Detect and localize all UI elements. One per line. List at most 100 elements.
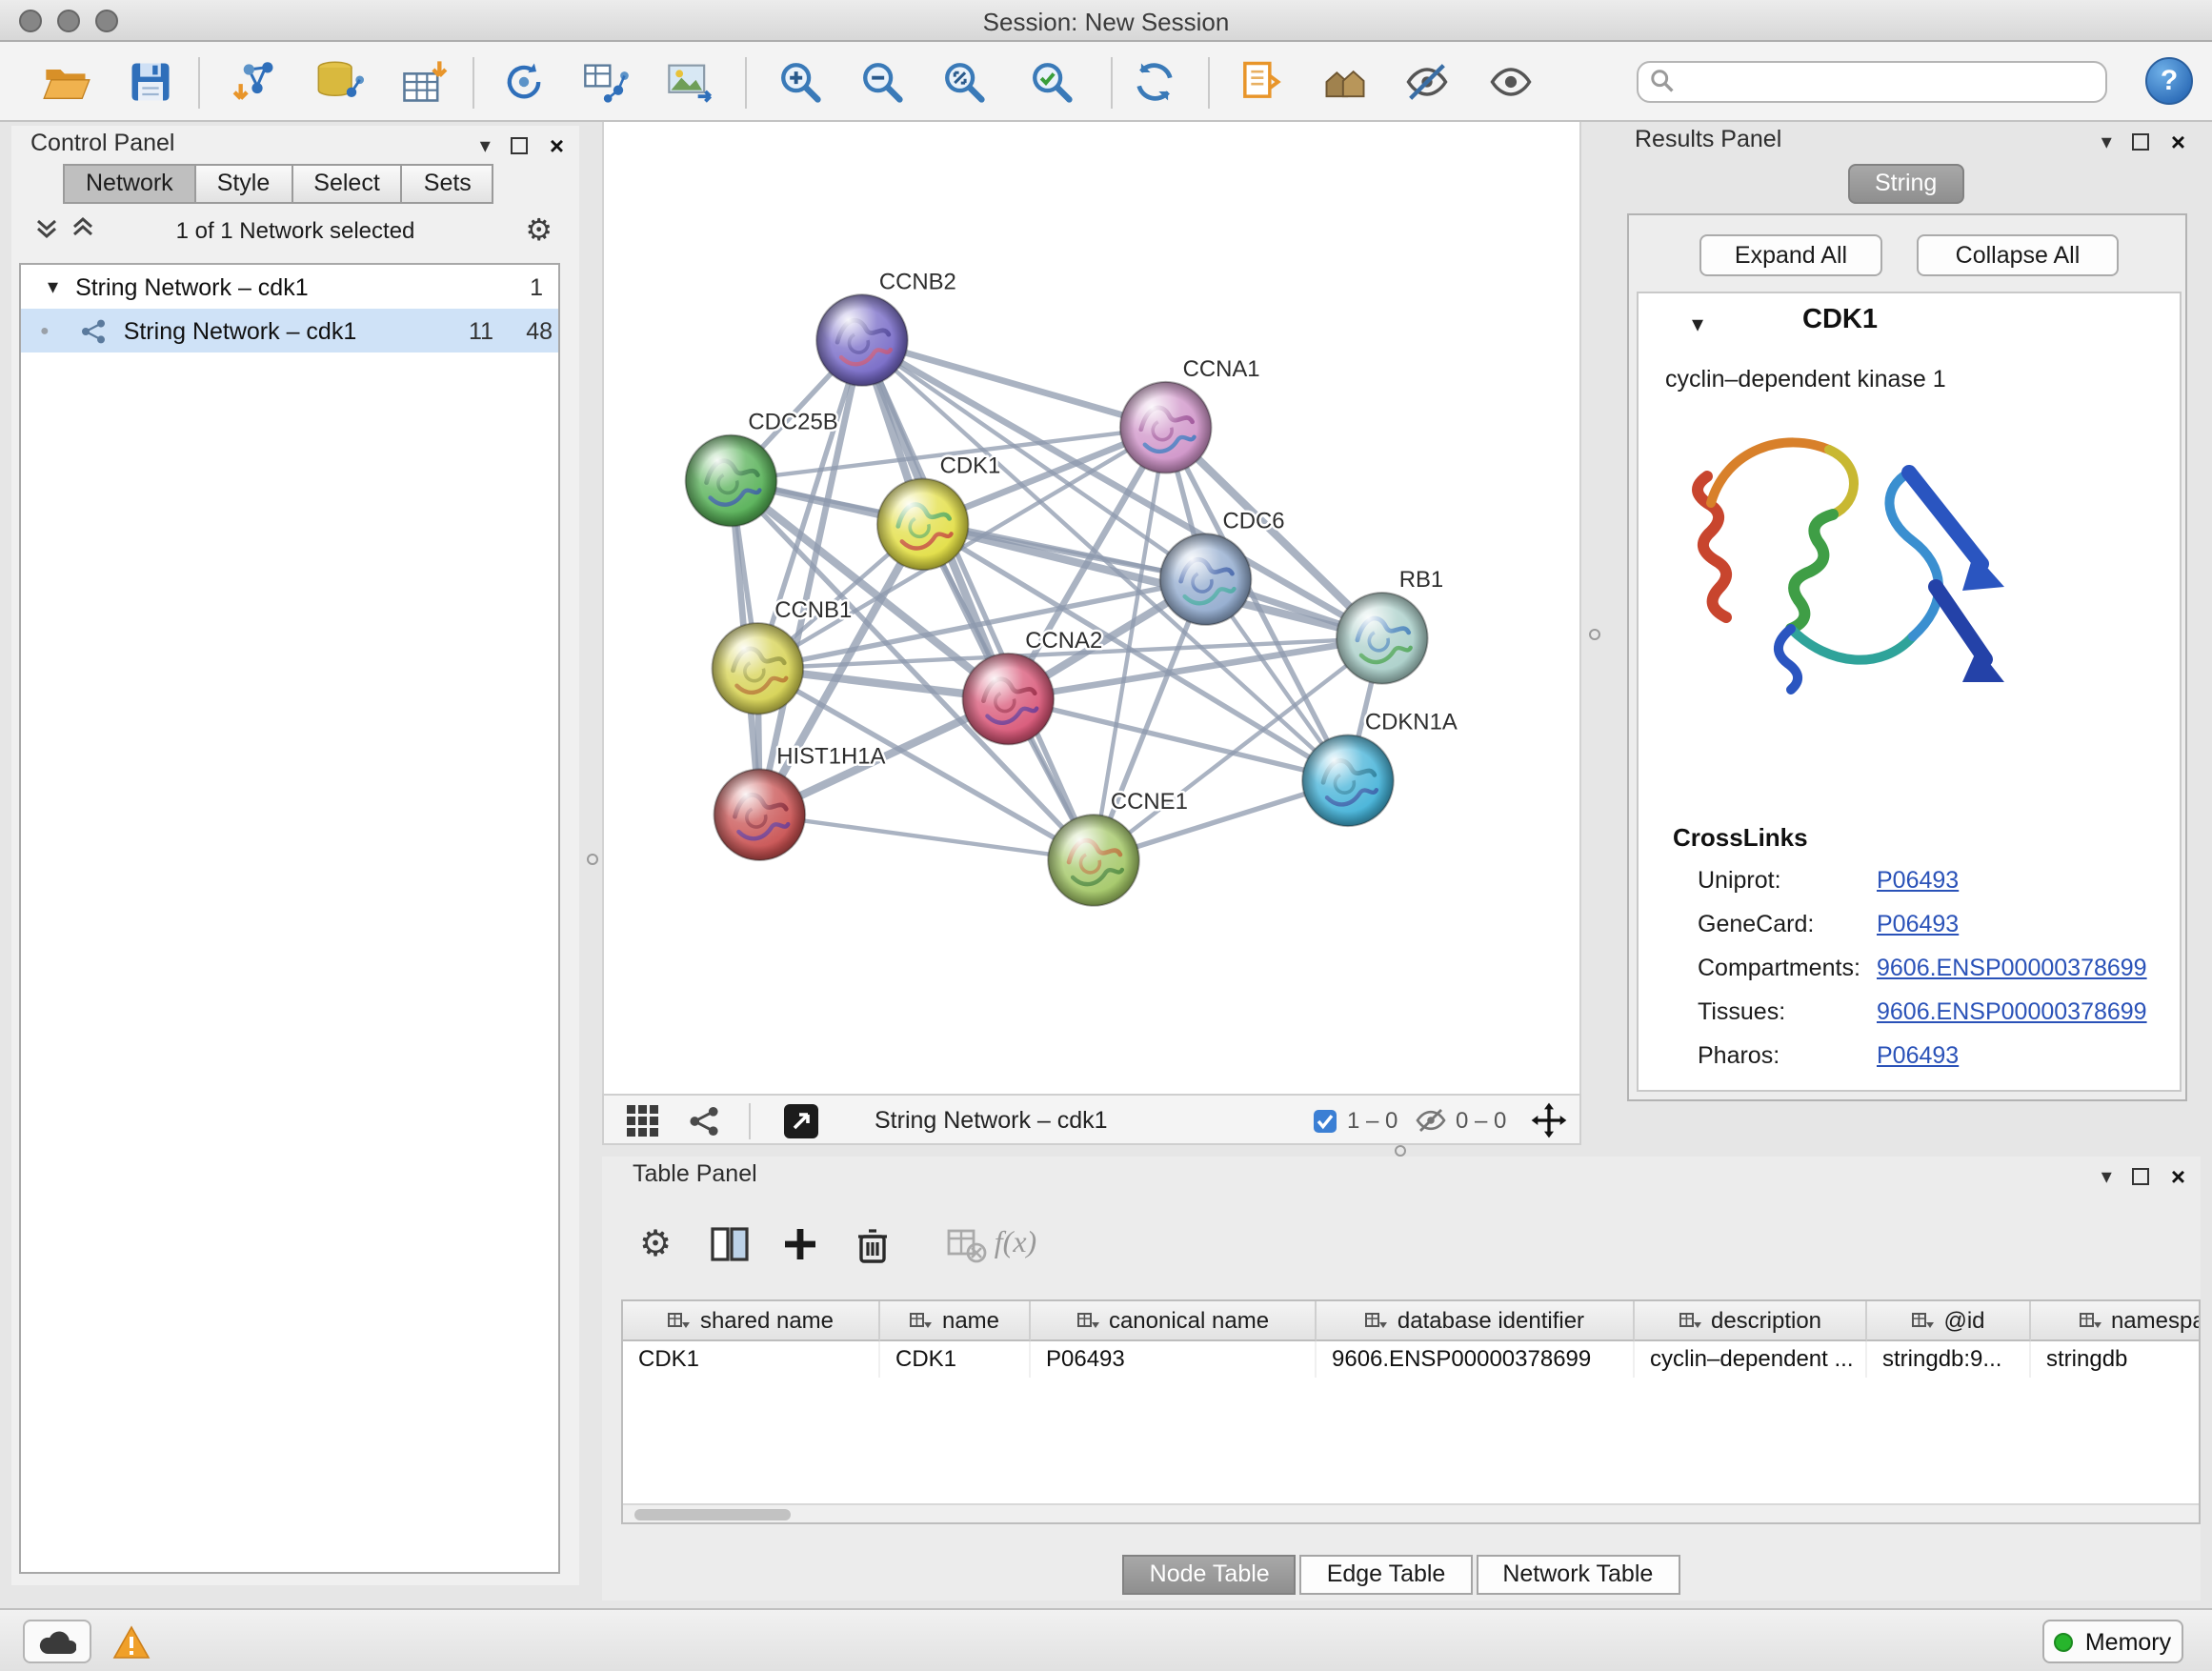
column-header-canonical-name[interactable]: canonical name bbox=[1031, 1301, 1317, 1341]
panel-close-icon[interactable]: × bbox=[2171, 1162, 2185, 1191]
network-edge[interactable] bbox=[759, 815, 1094, 860]
memory-label: Memory bbox=[2085, 1628, 2171, 1655]
tab-sets[interactable]: Sets bbox=[401, 164, 494, 204]
network-node-cdc25b[interactable]: CDC25B bbox=[686, 410, 838, 527]
import-network-database-button[interactable] bbox=[311, 53, 368, 111]
network-node-hist1h1a[interactable]: HIST1H1A bbox=[714, 743, 886, 860]
network-node-cdk1[interactable]: CDK1 bbox=[877, 453, 1000, 571]
network-node-ccna1[interactable]: CCNA1 bbox=[1120, 356, 1260, 473]
bottom-splitter-handle[interactable] bbox=[1395, 1145, 1406, 1157]
import-network-file-button[interactable] bbox=[229, 53, 286, 111]
tab-style[interactable]: Style bbox=[194, 164, 293, 204]
network-overview-button[interactable] bbox=[688, 1105, 720, 1143]
column-header-name[interactable]: name bbox=[880, 1301, 1031, 1341]
panel-float-icon[interactable] bbox=[512, 137, 529, 154]
crosslink-label: Tissues: bbox=[1698, 998, 1785, 1025]
delete-column-button[interactable] bbox=[846, 1218, 899, 1271]
column-header-description[interactable]: description bbox=[1635, 1301, 1867, 1341]
node-label: CDKN1A bbox=[1365, 710, 1458, 735]
memory-button[interactable]: Memory bbox=[2042, 1620, 2183, 1663]
open-session-button[interactable] bbox=[38, 53, 95, 111]
network-collection-row[interactable]: ▾ String Network – cdk1 1 bbox=[21, 265, 558, 309]
panel-menu-icon[interactable]: ▾ bbox=[2101, 130, 2112, 154]
panel-menu-icon[interactable]: ▾ bbox=[2101, 1164, 2112, 1189]
collapse-all-button[interactable]: Collapse All bbox=[1917, 234, 2119, 276]
panel-float-icon[interactable] bbox=[2133, 133, 2150, 151]
network-edge[interactable] bbox=[862, 340, 1094, 860]
crosslink-link[interactable]: P06493 bbox=[1877, 911, 1959, 937]
crosslink-link[interactable]: 9606.ENSP00000378699 bbox=[1877, 998, 2147, 1025]
column-header--id[interactable]: @id bbox=[1867, 1301, 2031, 1341]
zoom-fit-button[interactable] bbox=[935, 53, 993, 111]
crosslink-label: GeneCard: bbox=[1698, 911, 1814, 937]
table-row[interactable]: CDK1CDK1P064939606.ENSP00000378699cyclin… bbox=[623, 1341, 2199, 1378]
crosslink-link[interactable]: P06493 bbox=[1877, 867, 1959, 894]
tab-select[interactable]: Select bbox=[291, 164, 403, 204]
network-node-rb1[interactable]: RB1 bbox=[1337, 567, 1443, 684]
table-settings-gear-icon[interactable]: ⚙ bbox=[629, 1218, 682, 1271]
open-folder-icon bbox=[42, 57, 91, 107]
export-image-button[interactable] bbox=[661, 53, 718, 111]
zoom-in-button[interactable] bbox=[772, 53, 829, 111]
column-header-namespace[interactable]: namespace bbox=[2031, 1301, 2201, 1341]
show-columns-button[interactable] bbox=[703, 1218, 756, 1271]
network-node-cdkn1a[interactable]: CDKN1A bbox=[1302, 710, 1458, 827]
apply-layout-button[interactable] bbox=[1126, 53, 1183, 111]
current-network-bullet-icon: ● bbox=[40, 322, 50, 339]
node-label: CCNE1 bbox=[1111, 789, 1188, 815]
column-header-shared-name[interactable]: shared name bbox=[623, 1301, 880, 1341]
crosslink-link[interactable]: P06493 bbox=[1877, 1042, 1959, 1069]
column-header-database-identifier[interactable]: database identifier bbox=[1317, 1301, 1635, 1341]
collapse-caret-icon[interactable]: ▾ bbox=[1692, 311, 1703, 337]
show-all-button[interactable] bbox=[1317, 53, 1374, 111]
tab-network-table[interactable]: Network Table bbox=[1476, 1555, 1679, 1595]
grid-icon bbox=[627, 1105, 659, 1137]
tree-caret-icon[interactable]: ▾ bbox=[48, 274, 58, 299]
tab-network[interactable]: Network bbox=[63, 164, 196, 204]
table-header-row: shared namenamecanonical namedatabase id… bbox=[623, 1301, 2199, 1341]
gear-icon[interactable]: ⚙ bbox=[525, 211, 553, 250]
new-network-button[interactable] bbox=[495, 53, 553, 111]
search-input[interactable] bbox=[1637, 61, 2107, 103]
import-table-button[interactable] bbox=[394, 53, 452, 111]
right-splitter-handle[interactable] bbox=[1589, 629, 1600, 640]
show-annotations-button[interactable] bbox=[1482, 53, 1539, 111]
tab-edge-table[interactable]: Edge Table bbox=[1300, 1555, 1473, 1595]
zoom-selected-button[interactable] bbox=[1023, 53, 1080, 111]
network-from-table-button[interactable] bbox=[577, 53, 634, 111]
panel-close-icon[interactable]: × bbox=[550, 131, 564, 160]
cloud-icon bbox=[38, 1628, 76, 1655]
pan-mode-button[interactable] bbox=[1530, 1101, 1568, 1145]
panel-close-icon[interactable]: × bbox=[2171, 128, 2185, 156]
create-column-button[interactable] bbox=[774, 1218, 827, 1271]
share-network-icon bbox=[688, 1105, 720, 1137]
crosslink-link[interactable]: 9606.ENSP00000378699 bbox=[1877, 955, 2147, 981]
tab-string[interactable]: String bbox=[1848, 164, 1963, 204]
zoom-out-button[interactable] bbox=[854, 53, 911, 111]
warnings-button[interactable] bbox=[107, 1620, 156, 1663]
open-in-browser-button[interactable] bbox=[783, 1103, 819, 1145]
external-link-icon bbox=[783, 1103, 819, 1139]
node-label: CCNB2 bbox=[879, 269, 956, 294]
hide-annotations-button[interactable] bbox=[1398, 53, 1456, 111]
expand-all-button[interactable]: Expand All bbox=[1699, 234, 1882, 276]
panel-menu-icon[interactable]: ▾ bbox=[480, 133, 491, 158]
birds-eye-view-button[interactable] bbox=[627, 1105, 659, 1143]
network-graph[interactable]: CCNB2CCNA1CDC25BCDK1CDC6RB1CCNB1CCNA2CDK… bbox=[604, 122, 1579, 1094]
save-session-button[interactable] bbox=[122, 53, 179, 111]
left-splitter-handle[interactable] bbox=[587, 854, 598, 865]
selected-checkbox-icon bbox=[1313, 1109, 1337, 1139]
panel-float-icon[interactable] bbox=[2133, 1168, 2150, 1185]
network-row[interactable]: ● String Network – cdk1 11 48 bbox=[21, 309, 558, 352]
horizontal-scrollbar[interactable] bbox=[623, 1503, 2199, 1522]
network-canvas[interactable]: CCNB2CCNA1CDC25BCDK1CDC6RB1CCNB1CCNA2CDK… bbox=[602, 122, 1581, 1094]
scrollbar-thumb[interactable] bbox=[634, 1509, 791, 1520]
function-builder-button[interactable]: f(x) bbox=[989, 1218, 1042, 1271]
help-button[interactable]: ? bbox=[2145, 57, 2193, 105]
network-node-ccnb2[interactable]: CCNB2 bbox=[816, 269, 956, 386]
node-label: CCNB1 bbox=[774, 597, 852, 623]
copy-document-button[interactable] bbox=[1231, 53, 1288, 111]
cloud-services-button[interactable] bbox=[23, 1620, 91, 1663]
node-label: CCNA1 bbox=[1183, 356, 1260, 382]
tab-node-table[interactable]: Node Table bbox=[1123, 1555, 1297, 1595]
